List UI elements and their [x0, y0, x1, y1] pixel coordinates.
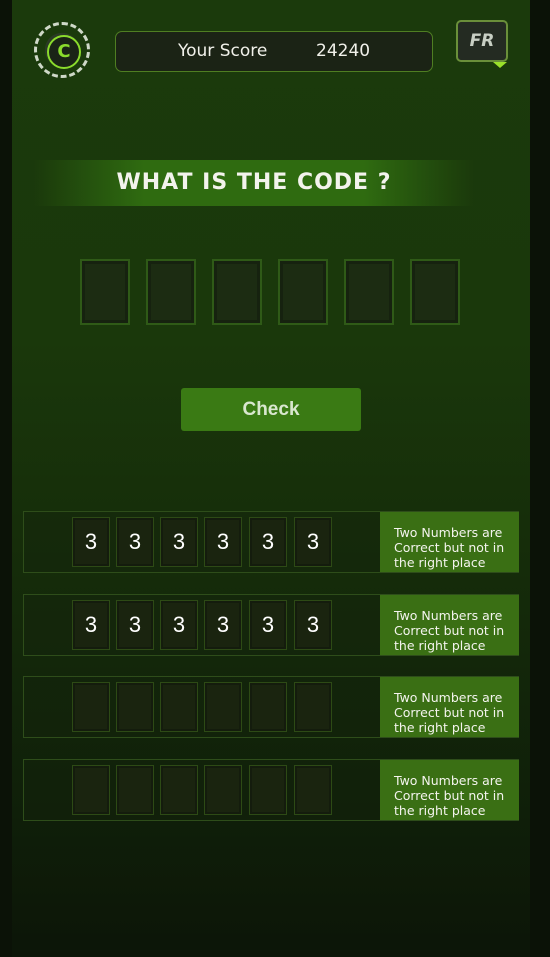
history-digit	[72, 765, 110, 815]
refresh-arrow-icon: C	[47, 35, 81, 69]
history-digit: 3	[116, 517, 154, 567]
history-digit	[160, 682, 198, 732]
history-digit: 3	[249, 600, 287, 650]
score-panel: Your Score 24240	[115, 31, 433, 72]
history-digit: 3	[294, 600, 332, 650]
history-row: Two Numbers are Correct but not in the r…	[23, 676, 519, 738]
caret-down-icon[interactable]	[493, 62, 507, 68]
title-banner: WHAT IS THE CODE ?	[34, 160, 474, 206]
page-title: WHAT IS THE CODE ?	[116, 170, 392, 195]
history-digit: 3	[72, 517, 110, 567]
history-digit	[160, 765, 198, 815]
history-digit	[204, 682, 242, 732]
history-row: 3 3 3 3 3 3 Two Numbers are Correct but …	[23, 594, 519, 656]
history-digit: 3	[204, 517, 242, 567]
history-digit: 3	[249, 517, 287, 567]
history-feedback: Two Numbers are Correct but not in the r…	[380, 512, 519, 572]
code-digit-input[interactable]	[212, 259, 262, 325]
history-digit	[249, 765, 287, 815]
history-digit	[294, 765, 332, 815]
game-screen: C Your Score 24240 FR WHAT IS THE CODE ?…	[12, 0, 530, 957]
history-digit	[72, 682, 110, 732]
history-digit	[116, 765, 154, 815]
history-digit: 3	[72, 600, 110, 650]
history-digit	[204, 765, 242, 815]
history-digit: 3	[204, 600, 242, 650]
code-digit-input[interactable]	[278, 259, 328, 325]
history-digit	[249, 682, 287, 732]
score-label: Your Score	[178, 41, 268, 61]
history-digit	[294, 682, 332, 732]
history-feedback: Two Numbers are Correct but not in the r…	[380, 677, 519, 737]
score-value: 24240	[316, 41, 371, 61]
code-digit-input[interactable]	[146, 259, 196, 325]
history-row: 3 3 3 3 3 3 Two Numbers are Correct but …	[23, 511, 519, 573]
history-row: Two Numbers are Correct but not in the r…	[23, 759, 519, 821]
logo[interactable]: C	[34, 22, 90, 78]
history-feedback: Two Numbers are Correct but not in the r…	[380, 760, 519, 820]
check-button[interactable]: Check	[181, 388, 361, 431]
history-digit: 3	[160, 600, 198, 650]
history-digit	[116, 682, 154, 732]
history-feedback: Two Numbers are Correct but not in the r…	[380, 595, 519, 655]
code-digit-input[interactable]	[344, 259, 394, 325]
history-digit: 3	[160, 517, 198, 567]
history-digit: 3	[116, 600, 154, 650]
history-digit: 3	[294, 517, 332, 567]
code-digit-input[interactable]	[410, 259, 460, 325]
language-button[interactable]: FR	[456, 20, 508, 62]
code-digit-input[interactable]	[80, 259, 130, 325]
